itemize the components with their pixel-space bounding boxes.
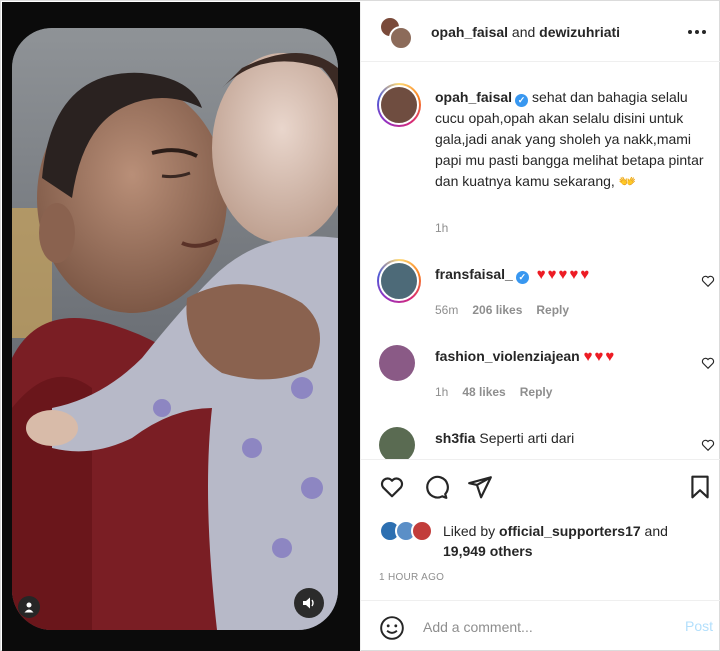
- post-header: opah_faisal and dewizuhriati: [361, 2, 720, 62]
- comment-username[interactable]: sh3fia: [435, 430, 475, 446]
- more-dots-icon[interactable]: [685, 22, 709, 42]
- comment-input[interactable]: [423, 615, 663, 639]
- smiley-icon[interactable]: [379, 615, 405, 641]
- speaker-icon[interactable]: [294, 588, 324, 618]
- liked-by: Liked by official_supporters17 and 19,94…: [379, 520, 719, 560]
- comment-avatar[interactable]: [379, 427, 415, 459]
- liked-others[interactable]: 19,949 others: [443, 543, 533, 559]
- comment-likes[interactable]: 206 likes: [472, 303, 522, 317]
- caption-meta: 1h: [435, 221, 462, 235]
- comment-row: fashion_violenziajean ♥♥♥: [435, 348, 616, 365]
- liked-avatars[interactable]: [379, 520, 439, 546]
- user-tag-icon[interactable]: [18, 596, 40, 618]
- post-timestamp[interactable]: 1 HOUR AGO: [379, 572, 444, 583]
- caption-emoji: 👐: [618, 173, 637, 189]
- comment-like-icon[interactable]: [701, 438, 715, 452]
- video-frame: [12, 28, 338, 630]
- comment-text: ♥♥♥: [583, 348, 617, 365]
- video-player[interactable]: [12, 28, 338, 630]
- comment-time[interactable]: 56m: [435, 303, 458, 317]
- comment-row: fransfaisal_ ✓ ♥♥♥♥♥: [435, 266, 591, 284]
- comment-meta: 56m 206 likes Reply: [435, 303, 583, 317]
- comment-username[interactable]: fashion_violenziajean: [435, 348, 580, 364]
- author-username[interactable]: dewizuhriati: [539, 24, 620, 40]
- post-button[interactable]: Post: [685, 618, 713, 634]
- add-comment-bar: Post: [361, 600, 720, 651]
- comment-bubble-icon[interactable]: [423, 474, 449, 500]
- post-caption: opah_faisal ✓ sehat dan bahagia selalu cuc…: [435, 87, 705, 192]
- caption-username[interactable]: opah_faisal: [435, 89, 512, 105]
- instagram-post-modal: opah_faisal and dewizuhriati opah_faisal…: [0, 0, 720, 651]
- comment-like-icon[interactable]: [701, 356, 715, 370]
- comment-username[interactable]: fransfaisal_: [435, 266, 513, 282]
- heart-outline-icon[interactable]: [379, 474, 405, 500]
- verified-badge-icon: ✓: [515, 271, 529, 284]
- comments-list[interactable]: opah_faisal ✓ sehat dan bahagia selalu cuc…: [361, 63, 720, 459]
- liked-and: and: [644, 523, 668, 539]
- post-media[interactable]: [2, 2, 360, 651]
- comment-time[interactable]: 1h: [435, 385, 448, 399]
- comment-text: ♥♥♥♥♥: [536, 266, 592, 283]
- likes-summary: Liked by official_supporters17 and 19,94…: [443, 521, 668, 561]
- reply-button[interactable]: Reply: [520, 385, 553, 399]
- author-joiner: and: [511, 24, 536, 40]
- collab-avatars[interactable]: [379, 16, 413, 50]
- caption-avatar[interactable]: [377, 83, 421, 127]
- comment-likes[interactable]: 48 likes: [462, 385, 505, 399]
- comment-like-icon[interactable]: [701, 274, 715, 288]
- comment-text: Seperti arti dari: [479, 430, 575, 446]
- caption-time[interactable]: 1h: [435, 221, 448, 235]
- liked-user[interactable]: official_supporters17: [499, 523, 641, 539]
- post-authors: opah_faisal and dewizuhriati: [431, 24, 620, 40]
- avatar: [411, 520, 433, 542]
- verified-badge-icon: ✓: [515, 94, 529, 107]
- avatar: [389, 26, 413, 50]
- author-username[interactable]: opah_faisal: [431, 24, 508, 40]
- liked-prefix: Liked by: [443, 523, 496, 539]
- comment-avatar[interactable]: [377, 259, 421, 303]
- paper-plane-icon[interactable]: [467, 474, 493, 500]
- post-panel: opah_faisal and dewizuhriati opah_faisal…: [360, 2, 720, 651]
- comment-row: sh3fia Seperti arti dari: [435, 430, 574, 446]
- comment-avatar[interactable]: [379, 345, 415, 381]
- reply-button[interactable]: Reply: [536, 303, 569, 317]
- post-actions: Liked by official_supporters17 and 19,94…: [361, 459, 720, 604]
- comment-meta: 1h 48 likes Reply: [435, 385, 566, 399]
- bookmark-icon[interactable]: [687, 474, 713, 500]
